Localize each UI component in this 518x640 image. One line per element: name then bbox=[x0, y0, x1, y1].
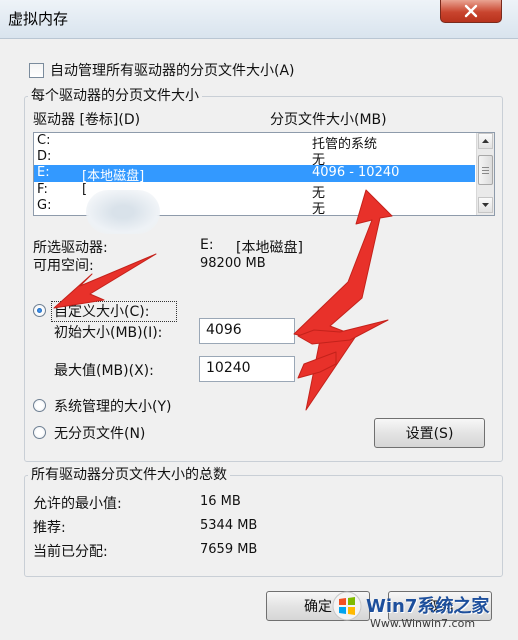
initial-size-input[interactable]: 4096 bbox=[199, 318, 295, 344]
total-group bbox=[24, 475, 503, 577]
custom-size-label[interactable]: 自定义大小(C): bbox=[54, 301, 149, 321]
no-paging-label[interactable]: 无分页文件(N) bbox=[54, 423, 145, 443]
arrow-down-icon bbox=[482, 203, 489, 207]
initial-size-label: 初始大小(MB)(I): bbox=[54, 325, 163, 341]
drive-row-c[interactable]: C: 托管的系统 bbox=[34, 133, 475, 152]
system-managed-radio[interactable] bbox=[33, 399, 46, 412]
currently-allocated-value: 7659 MB bbox=[200, 542, 258, 557]
drives-group-title: 每个驱动器的分页文件大小 bbox=[28, 85, 202, 105]
selected-drive-value: E: bbox=[200, 237, 214, 253]
selected-drive-volume: [本地磁盘] bbox=[236, 240, 303, 256]
custom-size-radio[interactable] bbox=[33, 304, 46, 317]
max-size-input[interactable]: 10240 bbox=[199, 356, 295, 382]
col-header-size: 分页文件大小(MB) bbox=[270, 112, 387, 128]
title-bar: 虚拟内存 bbox=[0, 0, 518, 39]
free-space-label: 可用空间: bbox=[33, 258, 94, 274]
recommended-label: 推荐: bbox=[33, 520, 66, 536]
selected-drive-label: 所选驱动器: bbox=[33, 240, 108, 256]
scroll-up-button[interactable] bbox=[478, 133, 493, 149]
windows-logo-icon bbox=[332, 591, 362, 621]
auto-manage-checkbox[interactable] bbox=[29, 63, 44, 78]
scroll-down-button[interactable] bbox=[478, 197, 493, 213]
min-allowed-label: 允许的最小值: bbox=[33, 496, 122, 512]
drive-row-e[interactable]: E: [本地磁盘] 4096 - 10240 bbox=[34, 165, 475, 184]
close-icon bbox=[464, 4, 478, 18]
scroll-thumb[interactable] bbox=[478, 155, 493, 185]
dialog-body: 自动管理所有驱动器的分页文件大小(A) 每个驱动器的分页文件大小 驱动器 [卷标… bbox=[0, 38, 518, 640]
watermark-brand: Win7系统之家 bbox=[366, 596, 490, 617]
watermark: Win7系统之家 Www.Winwin7.com bbox=[332, 585, 518, 637]
drive-list-scrollbar[interactable] bbox=[476, 133, 494, 215]
drive-row-d[interactable]: D: 无 bbox=[34, 149, 475, 168]
arrow-up-icon bbox=[482, 139, 489, 143]
blur-overlay bbox=[86, 190, 160, 234]
auto-manage-label[interactable]: 自动管理所有驱动器的分页文件大小(A) bbox=[50, 60, 295, 80]
no-paging-radio[interactable] bbox=[33, 426, 46, 439]
currently-allocated-label: 当前已分配: bbox=[33, 544, 108, 560]
min-allowed-value: 16 MB bbox=[200, 494, 241, 509]
set-button[interactable]: 设置(S) bbox=[374, 418, 485, 448]
col-header-drive: 驱动器 [卷标](D) bbox=[33, 112, 141, 128]
window-title: 虚拟内存 bbox=[8, 10, 69, 28]
recommended-value: 5344 MB bbox=[200, 518, 258, 533]
grip-icon bbox=[482, 166, 489, 174]
free-space-value: 98200 MB bbox=[200, 256, 266, 271]
max-size-label: 最大值(MB)(X): bbox=[54, 363, 154, 379]
system-managed-label[interactable]: 系统管理的大小(Y) bbox=[54, 396, 171, 416]
total-group-title: 所有驱动器分页文件大小的总数 bbox=[28, 464, 230, 484]
watermark-url: Www.Winwin7.com bbox=[370, 617, 476, 630]
close-button[interactable] bbox=[440, 0, 502, 23]
